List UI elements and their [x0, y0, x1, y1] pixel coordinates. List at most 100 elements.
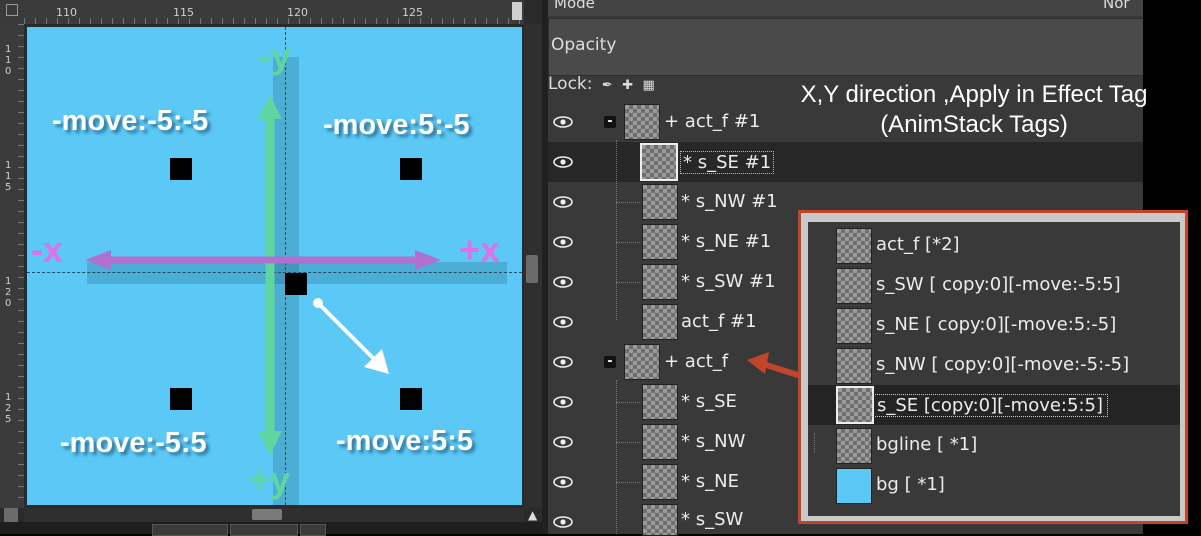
status-tab[interactable]	[300, 524, 326, 536]
status-tab[interactable]	[152, 524, 228, 536]
opacity-slider[interactable]	[548, 18, 1145, 76]
axis-label-minus-x: -x	[31, 229, 64, 270]
move-label-sw: -move:-5:5	[60, 427, 207, 459]
tree-line	[616, 242, 640, 243]
navigate-button[interactable]	[4, 508, 18, 522]
layer-row-selected[interactable]	[548, 142, 1143, 182]
lock-row: Lock: ✒ ✚ ▦	[548, 74, 655, 94]
vertical-scroll-thumb[interactable]	[526, 255, 538, 283]
layer-thumbnail-bg	[836, 468, 872, 504]
vertical-ruler[interactable]	[0, 24, 24, 508]
layer-thumbnail	[640, 143, 678, 181]
ruler-corner-button[interactable]	[0, 0, 24, 24]
sprite-square-nw	[170, 158, 192, 180]
sprite-square-ne	[400, 158, 422, 180]
callout-arrow-icon	[747, 352, 802, 379]
ruler-label: 125	[402, 6, 423, 19]
layer-thumbnail	[642, 384, 678, 420]
lock-alpha-icon[interactable]: ▦	[643, 78, 655, 93]
move-label-ne: -move:5:-5	[323, 109, 470, 141]
inset-layer-name[interactable]: act_f [*2]	[876, 234, 960, 255]
tree-line	[616, 140, 617, 320]
axis-label-minus-y: -y	[259, 35, 292, 76]
ruler-label: 110	[5, 44, 12, 77]
tree-line	[616, 482, 640, 483]
layer-name[interactable]: * s_SE	[681, 391, 737, 412]
tree-line	[616, 402, 640, 403]
eye-icon[interactable]	[553, 156, 573, 168]
mode-label: Mode	[554, 0, 595, 12]
mode-row[interactable]: Mode Nor	[548, 0, 1143, 16]
layer-name[interactable]: * s_NE	[681, 471, 739, 492]
layer-thumbnail	[624, 104, 660, 140]
annotation-line-2: (AnimStack Tags)	[880, 111, 1068, 138]
layer-thumbnail	[836, 386, 874, 424]
eye-icon[interactable]	[553, 476, 573, 488]
layer-thumbnail	[642, 464, 678, 500]
inset-layer-name[interactable]: s_NE [ copy:0][-move:5:-5]	[876, 314, 1116, 335]
collapse-icon[interactable]: -	[604, 355, 616, 368]
layer-thumbnail	[642, 424, 678, 460]
image-canvas[interactable]: -y +y -x +x -move:-5:-5 -move:5:-5 -move…	[27, 27, 522, 505]
ruler-label: 115	[5, 160, 12, 193]
horizontal-scroll-thumb[interactable]	[252, 509, 282, 520]
layer-thumbnail	[836, 348, 872, 384]
inset-layer-name[interactable]: s_SW [ copy:0][-move:-5:5]	[876, 274, 1121, 295]
layer-thumbnail	[642, 224, 678, 260]
collapse-icon[interactable]: -	[604, 115, 616, 128]
tree-line	[616, 442, 640, 443]
lock-label: Lock:	[548, 74, 593, 94]
layer-thumbnail	[836, 228, 872, 264]
sprite-square-se	[400, 388, 422, 410]
eye-icon[interactable]	[553, 436, 573, 448]
opacity-label: Opacity	[551, 35, 617, 55]
ruler-label: 120	[287, 6, 308, 19]
lock-pixels-icon[interactable]: ✒	[602, 78, 613, 93]
ruler-label: 120	[5, 276, 12, 309]
layer-name[interactable]: * s_SE #1	[680, 151, 775, 174]
layer-thumbnail	[836, 268, 872, 304]
lock-position-icon[interactable]: ✚	[622, 78, 633, 93]
sprite-square-center	[285, 273, 307, 295]
layer-name[interactable]: + act_f #1	[664, 111, 760, 132]
axis-label-plus-y: +y	[249, 459, 291, 500]
annotation-text: X,Y direction ,Apply in Effect Tag (Anim…	[773, 80, 1175, 140]
eye-icon[interactable]	[553, 356, 573, 368]
ruler-label: 110	[56, 6, 77, 19]
eye-icon[interactable]	[553, 396, 573, 408]
layer-thumbnail	[836, 428, 872, 464]
sprite-square-sw	[170, 388, 192, 410]
mode-value[interactable]: Nor	[1103, 0, 1130, 12]
tree-line	[616, 380, 617, 534]
zoom-arrow-icon[interactable]: ▲	[528, 508, 540, 522]
ruler-end-marker	[512, 2, 522, 20]
layer-name[interactable]: * s_NW #1	[681, 191, 778, 212]
layer-name[interactable]: * s_SW #1	[681, 271, 776, 292]
eye-icon[interactable]	[553, 236, 573, 248]
axis-label-plus-x: +x	[459, 229, 501, 270]
eye-icon[interactable]	[553, 316, 573, 328]
horizontal-ruler[interactable]	[24, 0, 524, 24]
layer-name[interactable]: * s_NW	[681, 431, 745, 452]
layer-thumbnail	[642, 184, 678, 220]
eye-icon[interactable]	[553, 516, 573, 528]
layer-name[interactable]: act_f #1	[681, 311, 757, 332]
eye-icon[interactable]	[553, 196, 573, 208]
layer-thumbnail	[642, 264, 678, 300]
layer-thumbnail	[836, 308, 872, 344]
move-label-se: -move:5:5	[336, 425, 473, 457]
layer-name[interactable]: * s_NE #1	[681, 231, 771, 252]
inset-layer-name[interactable]: s_NW [ copy:0][-move:-5:-5]	[876, 354, 1129, 375]
status-tab[interactable]	[230, 524, 298, 536]
layer-name[interactable]: + act_f	[664, 351, 728, 372]
layer-thumbnail	[624, 344, 660, 380]
layer-name[interactable]: * s_SW	[681, 509, 743, 530]
annotation-line-1: X,Y direction ,Apply in Effect Tag	[800, 81, 1148, 108]
eye-icon[interactable]	[553, 116, 573, 128]
inset-layer-name[interactable]: bgline [ *1]	[876, 434, 977, 455]
ruler-label: 125	[5, 392, 12, 425]
ruler-label: 115	[173, 6, 194, 19]
inset-layer-name[interactable]: s_SE [copy:0][-move:5:5]	[872, 394, 1108, 417]
eye-icon[interactable]	[553, 276, 573, 288]
inset-layer-name[interactable]: bg [ *1]	[876, 474, 945, 495]
